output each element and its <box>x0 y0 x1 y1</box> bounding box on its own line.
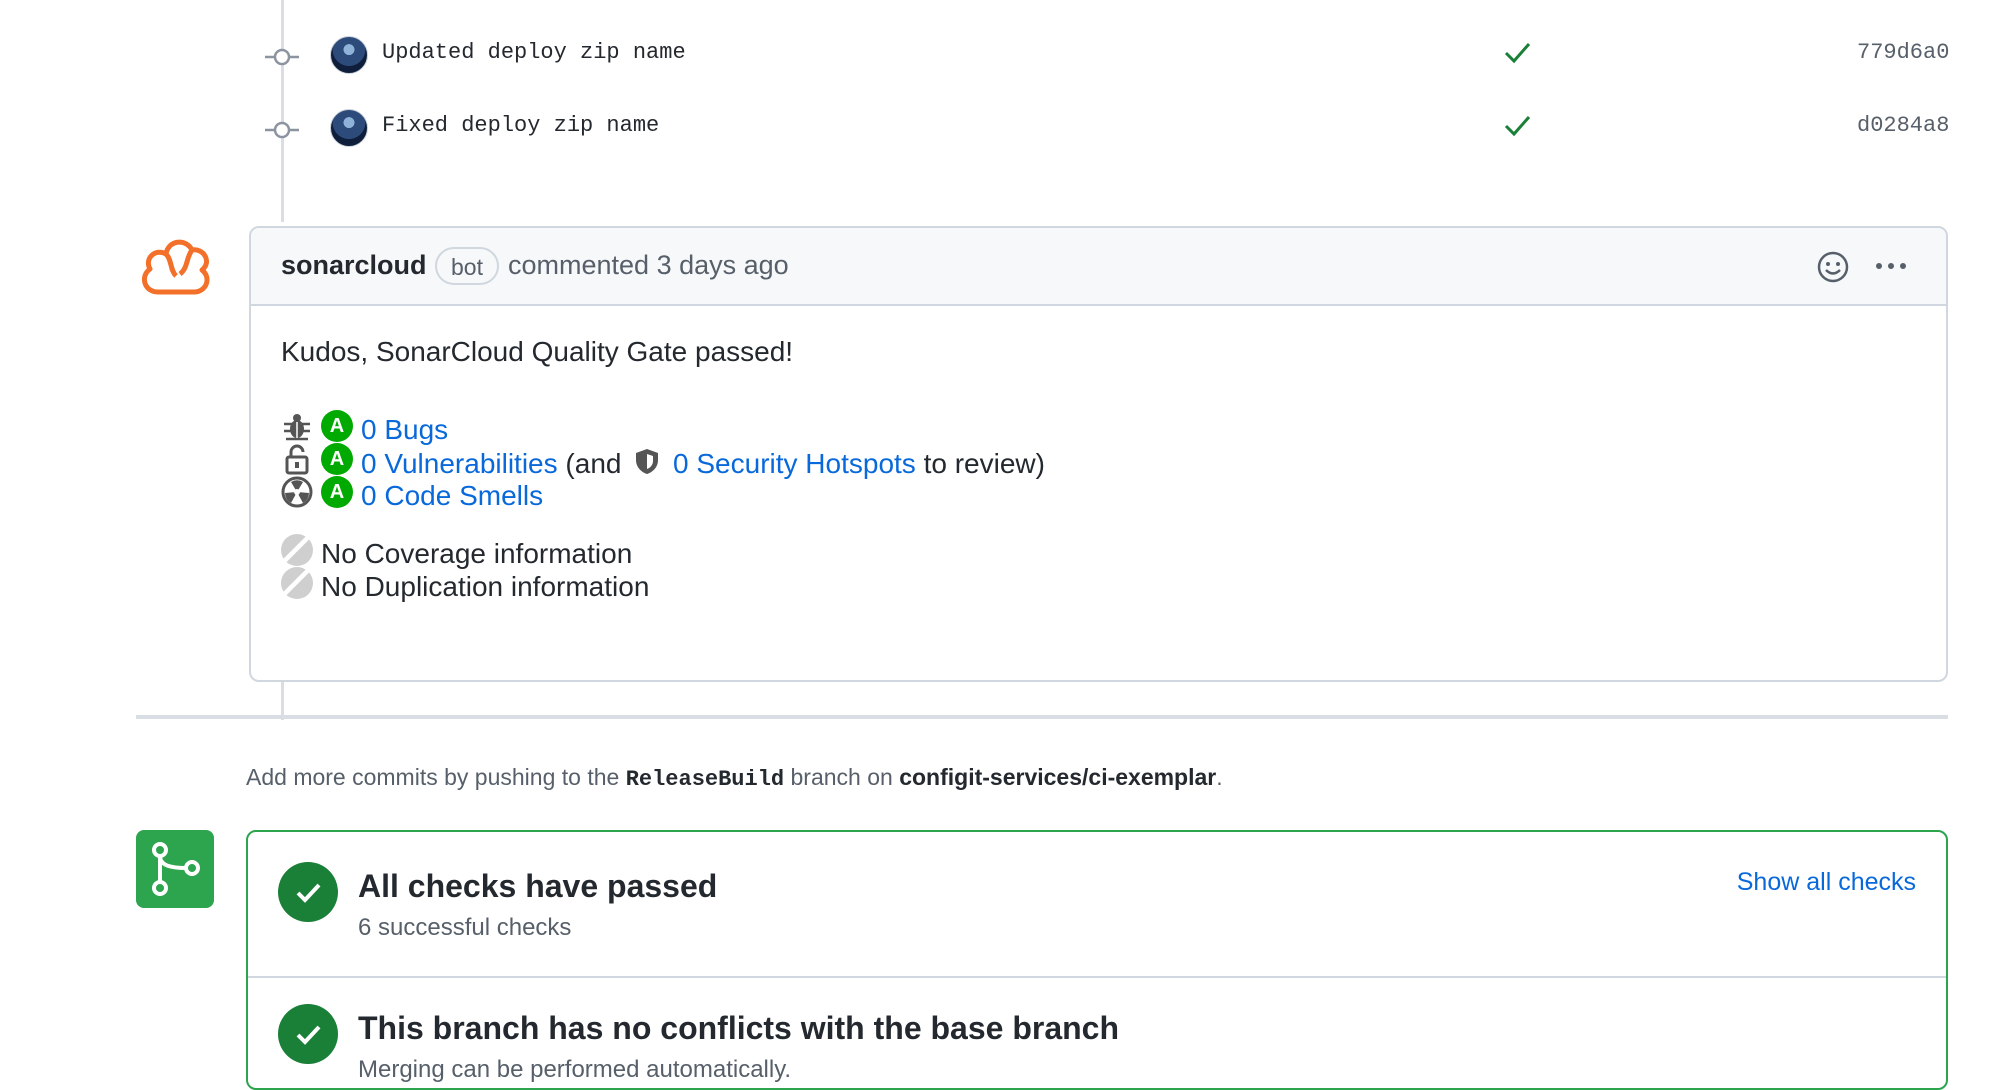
comment-headline: Kudos, SonarCloud Quality Gate passed! <box>281 336 794 367</box>
unlock-icon <box>285 444 309 475</box>
radioactive-icon <box>281 476 313 508</box>
merge-status-box: All checks have passed 6 successful chec… <box>246 830 1948 1090</box>
shield-icon <box>636 449 659 474</box>
git-commit-icon <box>265 121 299 139</box>
check-icon[interactable] <box>1503 38 1531 66</box>
checks-title: All checks have passed <box>358 868 718 904</box>
bugs-link[interactable]: 0 Bugs <box>361 414 448 445</box>
not-available-icon <box>281 534 313 566</box>
avatar[interactable] <box>330 36 368 74</box>
sonarcloud-logo-icon[interactable] <box>136 230 216 300</box>
git-merge-icon <box>136 830 214 908</box>
avatar[interactable] <box>330 109 368 147</box>
show-all-checks-link[interactable]: Show all checks <box>1737 868 1916 897</box>
kebab-horizontal-icon[interactable] <box>1871 246 1911 286</box>
conflicts-subtitle: Merging can be performed automatically. <box>358 1056 792 1083</box>
commit-sha-link[interactable]: d0284a8 <box>1857 113 1949 138</box>
comment-header: sonarcloud bot commented 3 days ago <box>251 228 1946 306</box>
commit-row: Fixed deploy zip name d0284a8 <box>0 103 1989 163</box>
comment-timestamp[interactable]: commented 3 days ago <box>508 250 789 281</box>
hotspots-prefix: (and <box>565 448 622 479</box>
duplication-text: No Duplication information <box>321 571 650 602</box>
code-smells-link[interactable]: 0 Code Smells <box>361 480 543 511</box>
push-note: Add more commits by pushing to the Relea… <box>246 764 1223 792</box>
commit-row: Updated deploy zip name 779d6a0 <box>0 30 1989 90</box>
bug-icon <box>284 414 310 441</box>
rating-badge[interactable]: A <box>321 410 353 442</box>
checks-subtitle: 6 successful checks <box>358 914 572 941</box>
commit-message-link[interactable]: Fixed deploy zip name <box>382 113 659 138</box>
hotspots-suffix: to review) <box>923 448 1045 479</box>
comment-card: sonarcloud bot commented 3 days ago Kudo… <box>249 226 1948 682</box>
push-note-middle: branch on <box>790 764 893 790</box>
rating-badge[interactable]: A <box>321 443 353 475</box>
push-note-prefix: Add more commits by pushing to the <box>246 764 620 790</box>
security-hotspots-link[interactable]: 0 Security Hotspots <box>673 448 916 479</box>
check-icon[interactable] <box>1503 111 1531 139</box>
conflicts-title: This branch has no conflicts with the ba… <box>358 1010 1120 1046</box>
push-note-suffix: . <box>1216 764 1223 790</box>
bot-badge: bot <box>435 247 499 285</box>
commit-message-link[interactable]: Updated deploy zip name <box>382 40 686 65</box>
rating-badge[interactable]: A <box>321 476 353 508</box>
add-reaction-icon[interactable] <box>1816 250 1850 284</box>
vulnerabilities-link[interactable]: 0 Vulnerabilities <box>361 448 558 479</box>
divider <box>248 976 1946 978</box>
commit-sha-link[interactable]: 779d6a0 <box>1857 40 1949 65</box>
timeline-line <box>281 680 284 720</box>
git-commit-icon <box>265 48 299 66</box>
coverage-text: No Coverage information <box>321 538 633 569</box>
check-circle-icon <box>278 862 338 922</box>
not-available-icon <box>281 567 313 599</box>
branch-name: ReleaseBuild <box>625 767 785 792</box>
comment-author-link[interactable]: sonarcloud <box>281 250 427 281</box>
repo-name: configit-services/ci-exemplar <box>899 764 1217 790</box>
timeline-separator <box>136 715 1948 719</box>
check-circle-icon <box>278 1004 338 1064</box>
